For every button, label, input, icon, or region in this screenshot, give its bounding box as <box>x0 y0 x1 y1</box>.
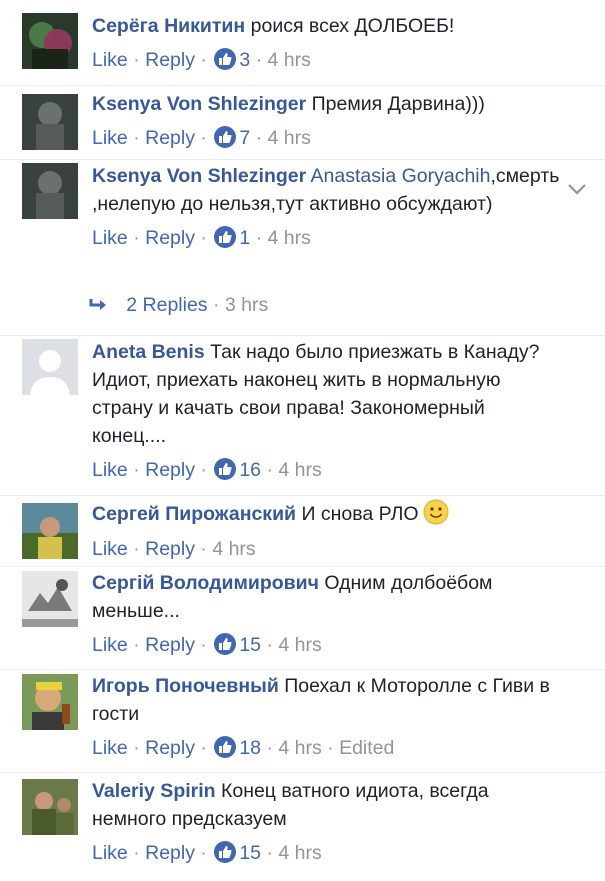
like-link[interactable]: Like <box>92 842 128 864</box>
like-link[interactable]: Like <box>92 49 128 71</box>
smiley-emoji-icon <box>423 499 449 533</box>
reply-link[interactable]: Reply <box>145 538 195 560</box>
thumbs-up-icon <box>214 736 237 758</box>
timestamp[interactable]: 4 hrs <box>278 634 321 656</box>
comment-author[interactable]: Игорь Поночевный <box>92 675 279 697</box>
like-link[interactable]: Like <box>92 634 128 656</box>
timestamp[interactable]: 4 hrs <box>212 538 255 560</box>
mention-link[interactable]: Anastasia Goryachih <box>311 165 491 187</box>
chevron-down-icon[interactable] <box>567 182 587 200</box>
avatar[interactable] <box>22 94 78 150</box>
comment: Игорь Поночевный Поехал к Моторолле с Ги… <box>0 670 605 773</box>
comment: Серёга Никитин роися всех ДОЛБОЕБ! Like … <box>0 0 605 86</box>
timestamp[interactable]: 4 hrs <box>278 459 321 481</box>
comment: Valeriy Spirin Конец ватного идиота, все… <box>0 773 605 881</box>
avatar[interactable] <box>22 13 78 69</box>
thumbs-up-icon <box>214 48 237 70</box>
like-count[interactable]: 18 <box>239 737 261 759</box>
like-count[interactable]: 3 <box>239 49 250 71</box>
reply-link[interactable]: Reply <box>145 49 195 71</box>
edited-label[interactable]: Edited <box>339 737 394 759</box>
like-link[interactable]: Like <box>92 227 128 249</box>
avatar[interactable] <box>22 503 78 559</box>
avatar[interactable] <box>22 674 78 730</box>
reply-link[interactable]: Reply <box>145 227 195 249</box>
comment-author[interactable]: Сергей Пирожанский <box>92 503 296 525</box>
comment-author[interactable]: Aneta Benis <box>92 341 205 363</box>
timestamp[interactable]: 4 hrs <box>268 127 311 149</box>
replies-row[interactable]: 2 Replies · 3 hrs <box>88 291 268 319</box>
thumbs-up-icon <box>214 458 237 480</box>
comment: Aneta Benis Так надо было приезжать в Ка… <box>0 336 605 496</box>
comment-author[interactable]: Ksenya Von Shlezinger <box>92 93 306 115</box>
reply-link[interactable]: Reply <box>145 634 195 656</box>
comment: Сергей Пирожанский И снова РЛО Like · Re… <box>0 496 605 567</box>
reply-link[interactable]: Reply <box>145 127 195 149</box>
like-link[interactable]: Like <box>92 737 128 759</box>
comment: Сергій Володимирович Одним долбоёбом мен… <box>0 567 605 670</box>
like-link[interactable]: Like <box>92 459 128 481</box>
comment-author[interactable]: Серёга Никитин <box>92 15 245 37</box>
like-count[interactable]: 7 <box>239 127 250 149</box>
comment-author[interactable]: Valeriy Spirin <box>92 780 216 802</box>
comment-author[interactable]: Сергій Володимирович <box>92 572 319 594</box>
like-link[interactable]: Like <box>92 127 128 149</box>
timestamp[interactable]: 4 hrs <box>268 49 311 71</box>
comment-text: Премия Дарвина))) <box>311 93 485 115</box>
thumbs-up-icon <box>214 633 237 655</box>
avatar[interactable] <box>22 339 78 395</box>
timestamp[interactable]: 4 hrs <box>268 227 311 249</box>
avatar[interactable] <box>22 779 78 835</box>
comment-author[interactable]: Ksenya Von Shlezinger <box>92 165 306 187</box>
like-count[interactable]: 1 <box>239 227 250 249</box>
comment-text: И снова РЛО <box>301 503 419 525</box>
reply-link[interactable]: Reply <box>145 459 195 481</box>
thumbs-up-icon <box>214 126 237 148</box>
view-replies-link[interactable]: 2 Replies <box>126 294 207 316</box>
avatar[interactable] <box>22 571 78 627</box>
replies-timestamp[interactable]: 3 hrs <box>225 294 268 316</box>
thumbs-up-icon <box>214 226 237 248</box>
comment-text: роися всех ДОЛБОЕБ! <box>250 15 455 37</box>
like-count[interactable]: 15 <box>239 634 261 656</box>
like-count[interactable]: 15 <box>239 842 261 864</box>
reply-arrow-icon <box>88 294 110 316</box>
reply-link[interactable]: Reply <box>145 842 195 864</box>
timestamp[interactable]: 4 hrs <box>278 842 321 864</box>
like-count[interactable]: 16 <box>239 459 261 481</box>
thumbs-up-icon <box>214 841 237 863</box>
avatar[interactable] <box>22 163 78 219</box>
comment: Ksenya Von Shlezinger Anastasia Goryachi… <box>0 160 605 336</box>
comment: Ksenya Von Shlezinger Премия Дарвина))) … <box>0 86 605 160</box>
reply-link[interactable]: Reply <box>145 737 195 759</box>
timestamp[interactable]: 4 hrs <box>278 737 321 759</box>
like-link[interactable]: Like <box>92 538 128 560</box>
